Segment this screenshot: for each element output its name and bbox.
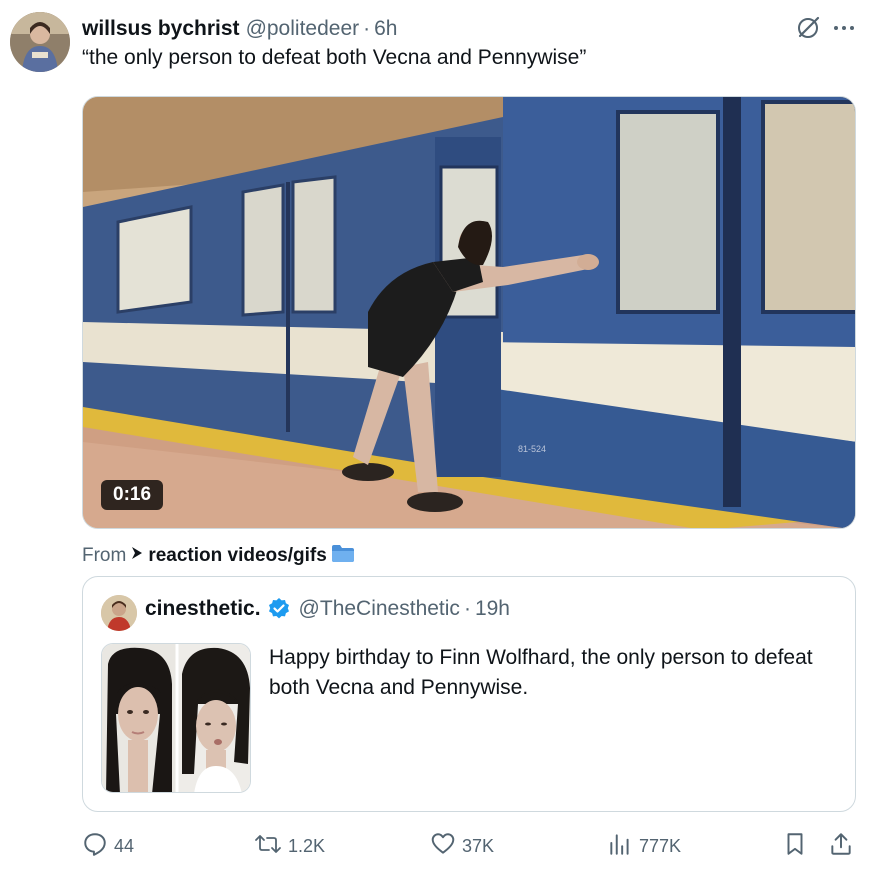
grok-icon[interactable] (794, 14, 822, 48)
train-number: 81-524 (518, 444, 546, 454)
community-name[interactable]: reaction videos/gifs (148, 545, 326, 567)
tweet-text: “the only person to defeat both Vecna an… (82, 46, 587, 69)
views-count: 777K (639, 835, 682, 856)
repost-icon (254, 831, 282, 862)
more-icon[interactable] (832, 16, 856, 46)
video-duration: 0:16 (101, 480, 164, 510)
from-prefix: From (82, 545, 127, 566)
analytics-icon (607, 831, 633, 862)
reply-icon (82, 831, 108, 862)
quote-author-handle[interactable]: @TheCinesthetic (299, 597, 460, 621)
like-count: 37K (462, 835, 495, 856)
views-button[interactable]: 777K (607, 828, 681, 864)
video-player[interactable]: 81-524 0:16 (82, 96, 856, 529)
author-handle[interactable]: @politedeer (246, 17, 360, 41)
tweet-header: willsus bychrist @politedeer · 6h (82, 14, 856, 44)
video-frame: 81-524 (83, 97, 855, 528)
quote-author-avatar[interactable] (101, 595, 137, 631)
repost-button[interactable]: 1.2K (254, 828, 325, 864)
tweet-timestamp[interactable]: 6h (374, 17, 397, 41)
author-avatar[interactable] (10, 12, 70, 72)
quoted-tweet[interactable]: cinesthetic. @TheCinesthetic · 19h Happy… (82, 576, 856, 812)
quote-author-name[interactable]: cinesthetic. (145, 597, 261, 621)
community-arrow-icon (130, 545, 144, 567)
reply-count: 44 (114, 835, 135, 856)
author-display-name[interactable]: willsus bychrist (82, 17, 240, 41)
bookmark-button[interactable] (782, 828, 808, 864)
quote-header: cinesthetic. @TheCinesthetic · 19h (145, 597, 510, 621)
from-community: From reaction videos/gifs (82, 543, 355, 569)
bookmark-icon (782, 831, 808, 862)
repost-count: 1.2K (288, 835, 326, 856)
reply-button[interactable]: 44 (82, 828, 134, 864)
header-actions (794, 14, 856, 48)
action-bar: 44 1.2K 37K 777K (82, 828, 856, 864)
quote-text: Happy birthday to Finn Wolfhard, the onl… (269, 646, 813, 699)
dot-separator: · (363, 17, 371, 40)
like-button[interactable]: 37K (430, 828, 494, 864)
folder-icon (331, 543, 355, 569)
heart-icon (430, 831, 456, 862)
share-button[interactable] (828, 828, 854, 864)
quote-timestamp[interactable]: 19h (475, 597, 510, 621)
verified-badge-icon (267, 597, 291, 621)
quote-thumbnail[interactable] (101, 643, 251, 793)
quote-dot-separator: · (463, 597, 471, 620)
share-icon (828, 831, 854, 862)
